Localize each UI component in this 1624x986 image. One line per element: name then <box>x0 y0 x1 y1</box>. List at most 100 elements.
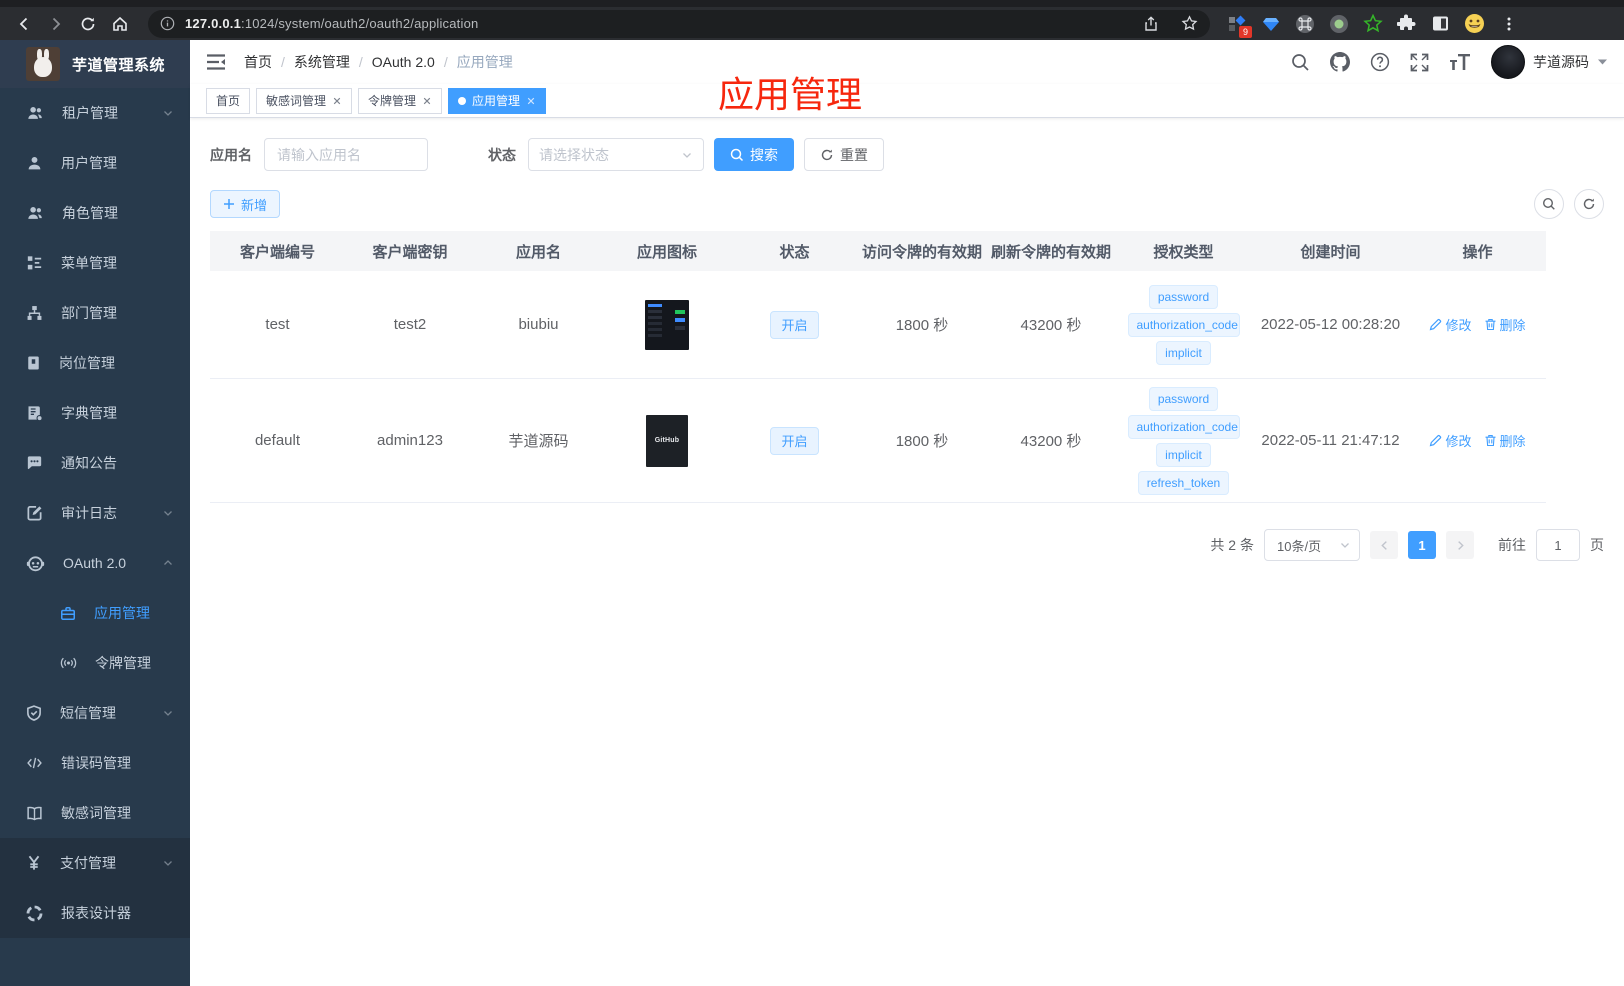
app-icon-text: GitHub <box>654 437 680 444</box>
sidebar-item-dict[interactable]: 字典管理 <box>0 388 190 438</box>
tab-manager-extension-icon[interactable]: 9 <box>1226 13 1252 38</box>
page-size-select[interactable]: 10条/页 <box>1264 529 1360 561</box>
grant-tag: refresh_token <box>1137 470 1230 495</box>
reset-button-label: 重置 <box>840 146 868 163</box>
browser-home-button[interactable] <box>104 10 136 38</box>
tag-application[interactable]: 应用管理 <box>448 87 547 114</box>
app-logo[interactable]: 芋道管理系统 <box>0 40 190 88</box>
command-extension-icon[interactable] <box>1294 13 1315 34</box>
sidebar-item-label: 令牌管理 <box>95 655 151 671</box>
sidebar: 芋道管理系统 租户管理 用户管理 角色管理 菜单管理 部门管理 岗位管理 字典管… <box>0 40 190 986</box>
header-search-icon[interactable] <box>1291 53 1310 72</box>
share-icon[interactable] <box>1143 15 1159 32</box>
site-info-icon[interactable] <box>160 16 175 31</box>
chevron-down-icon <box>683 152 691 158</box>
browser-menu-icon[interactable] <box>1498 13 1519 34</box>
next-page-button[interactable] <box>1446 531 1474 559</box>
tag-sensitive-word[interactable]: 敏感词管理 <box>256 87 353 114</box>
bookmark-star-icon[interactable] <box>1181 15 1198 32</box>
grant-tag: implicit <box>1156 442 1211 467</box>
sidebar-item-user[interactable]: 用户管理 <box>0 138 190 188</box>
cell-access-token-validity: 1800 秒 <box>895 317 949 334</box>
browser-forward-button[interactable] <box>40 10 72 38</box>
goto-page-input[interactable] <box>1536 529 1580 561</box>
menu-tree-icon <box>27 256 42 270</box>
search-button[interactable]: 搜索 <box>714 138 794 171</box>
edit-button[interactable]: 修改 <box>1429 315 1472 334</box>
delete-button[interactable]: 删除 <box>1484 431 1526 450</box>
grant-tag: authorization_code <box>1127 414 1240 439</box>
sidebar-item-oauth[interactable]: OAuth 2.0 <box>0 538 190 588</box>
sidebar-item-notice[interactable]: 通知公告 <box>0 438 190 488</box>
puzzle-extensions-icon[interactable] <box>1396 13 1417 34</box>
browser-address-bar[interactable]: 127.0.0.1:1024/system/oauth2/oauth2/appl… <box>148 9 1210 38</box>
cell-client-id: test <box>265 316 290 333</box>
reset-button[interactable]: 重置 <box>804 138 884 171</box>
status-badge[interactable]: 开启 <box>770 426 819 455</box>
search-icon <box>1542 197 1555 210</box>
trash-icon <box>1485 435 1495 447</box>
chevron-down-icon <box>164 861 172 866</box>
browser-back-button[interactable] <box>8 10 40 38</box>
split-view-extension-icon[interactable] <box>1430 13 1451 34</box>
breadcrumb-system[interactable]: 系统管理 <box>294 52 350 72</box>
notice-icon <box>27 456 42 470</box>
sidebar-item-audit-log[interactable]: 审计日志 <box>0 488 190 538</box>
close-icon[interactable] <box>422 96 432 106</box>
sidebar-item-oauth-token[interactable]: 令牌管理 <box>0 638 190 688</box>
status-badge[interactable]: 开启 <box>770 310 819 339</box>
tag-home[interactable]: 首页 <box>206 87 251 114</box>
edit-button[interactable]: 修改 <box>1429 431 1472 450</box>
sidebar-item-sms[interactable]: 短信管理 <box>0 688 190 738</box>
close-icon[interactable] <box>332 96 342 106</box>
sidebar-item-error-code[interactable]: 错误码管理 <box>0 738 190 788</box>
browser-reload-button[interactable] <box>72 10 104 38</box>
font-size-icon[interactable] <box>1449 53 1471 71</box>
close-icon[interactable] <box>526 96 536 106</box>
prev-page-button[interactable] <box>1370 531 1398 559</box>
status-select[interactable]: 请选择状态 <box>528 138 704 171</box>
sidebar-item-tenant[interactable]: 租户管理 <box>0 88 190 138</box>
sidebar-item-payment[interactable]: 支付管理 <box>0 838 190 888</box>
grant-tag: password <box>1148 284 1219 309</box>
sidebar-item-role[interactable]: 角色管理 <box>0 188 190 238</box>
gem-extension-icon[interactable] <box>1260 13 1281 34</box>
user-menu[interactable]: 芋道源码 <box>1491 45 1608 79</box>
page-number-1[interactable]: 1 <box>1408 531 1436 559</box>
recorder-extension-icon[interactable] <box>1328 13 1349 34</box>
pagination-total: 共 2 条 <box>1210 537 1254 553</box>
search-form: 应用名 状态 请选择状态 搜索 重置 <box>210 138 1604 171</box>
breadcrumb-home[interactable]: 首页 <box>244 52 272 72</box>
sidebar-item-post[interactable]: 岗位管理 <box>0 338 190 388</box>
sidebar-item-label: 角色管理 <box>62 205 118 221</box>
emoji-extension-icon[interactable] <box>1464 13 1485 34</box>
users-icon <box>28 107 42 119</box>
app-name-input[interactable] <box>277 146 415 163</box>
help-icon[interactable] <box>1370 52 1390 72</box>
cell-client-secret: admin123 <box>377 432 443 449</box>
briefcase-icon <box>61 606 75 620</box>
sidebar-item-label: 用户管理 <box>61 155 117 171</box>
tag-token[interactable]: 令牌管理 <box>358 87 443 114</box>
edit-pencil-icon <box>1430 434 1442 447</box>
fullscreen-icon[interactable] <box>1410 53 1429 72</box>
toggle-search-button[interactable] <box>1534 189 1564 219</box>
sidebar-item-label: 短信管理 <box>60 705 116 721</box>
sidebar-item-label: 应用管理 <box>94 605 150 621</box>
breadcrumb-oauth[interactable]: OAuth 2.0 <box>372 54 435 70</box>
shield-icon <box>27 705 41 721</box>
chevron-down-icon <box>164 511 172 516</box>
refresh-table-button[interactable] <box>1574 189 1604 219</box>
add-button[interactable]: 新增 <box>210 190 281 218</box>
green-star-extension-icon[interactable] <box>1362 13 1383 34</box>
sidebar-item-oauth-application[interactable]: 应用管理 <box>0 588 190 638</box>
github-icon[interactable] <box>1330 52 1350 72</box>
sidebar-collapse-icon[interactable] <box>206 53 226 71</box>
sidebar-item-sensitive-word[interactable]: 敏感词管理 <box>0 788 190 838</box>
sidebar-item-menu[interactable]: 菜单管理 <box>0 238 190 288</box>
status-placeholder: 请选择状态 <box>539 146 609 163</box>
sidebar-item-report-designer[interactable]: 报表设计器 <box>0 888 190 938</box>
cell-refresh-token-validity: 43200 秒 <box>1020 433 1082 450</box>
delete-button[interactable]: 删除 <box>1484 315 1526 334</box>
sidebar-item-dept[interactable]: 部门管理 <box>0 288 190 338</box>
